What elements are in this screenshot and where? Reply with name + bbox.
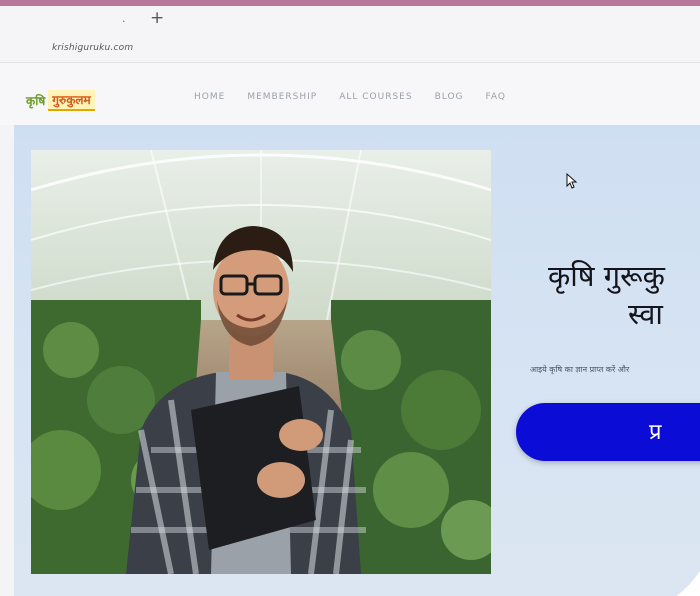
site-header: कृषि गुरुकुलम HOME MEMBERSHIP ALL COURSE…	[0, 63, 700, 125]
new-tab-icon[interactable]: +	[150, 10, 164, 27]
nav-item-all-courses[interactable]: ALL COURSES	[339, 92, 412, 102]
greenhouse-farmer-illustration	[31, 150, 491, 574]
nav-item-faq[interactable]: FAQ	[486, 92, 506, 102]
nav-item-blog[interactable]: BLOG	[435, 92, 464, 102]
address-bar-url[interactable]: krishiguruku.com	[52, 43, 133, 53]
browser-chrome: · + krishiguruku.com	[0, 6, 700, 63]
site-logo[interactable]: कृषि गुरुकुलम	[26, 89, 95, 111]
logo-word-gurukulam: गुरुकुलम	[48, 89, 95, 111]
browser-window: · + krishiguruku.com कृषि गुरुकुलम HOME …	[0, 0, 700, 596]
hero-title-line-1: कृषि गुरूकु	[548, 259, 665, 293]
logo-word-krishi: कृषि	[26, 93, 46, 108]
mouse-cursor-icon	[566, 173, 578, 189]
hero-cta-button[interactable]: प्र	[516, 403, 700, 461]
hero-title-line-2: स्वा	[628, 297, 663, 331]
tab-indicator[interactable]: ·	[122, 15, 126, 28]
hero-photo-farmer-greenhouse	[31, 150, 491, 574]
hero-subtitle: आइये कृषि का ज्ञान प्राप्त करें और	[530, 365, 630, 374]
main-nav: HOME MEMBERSHIP ALL COURSES BLOG FAQ	[194, 92, 506, 102]
page-corner-decoration	[676, 570, 700, 596]
nav-item-membership[interactable]: MEMBERSHIP	[247, 92, 317, 102]
nav-item-home[interactable]: HOME	[194, 92, 225, 102]
